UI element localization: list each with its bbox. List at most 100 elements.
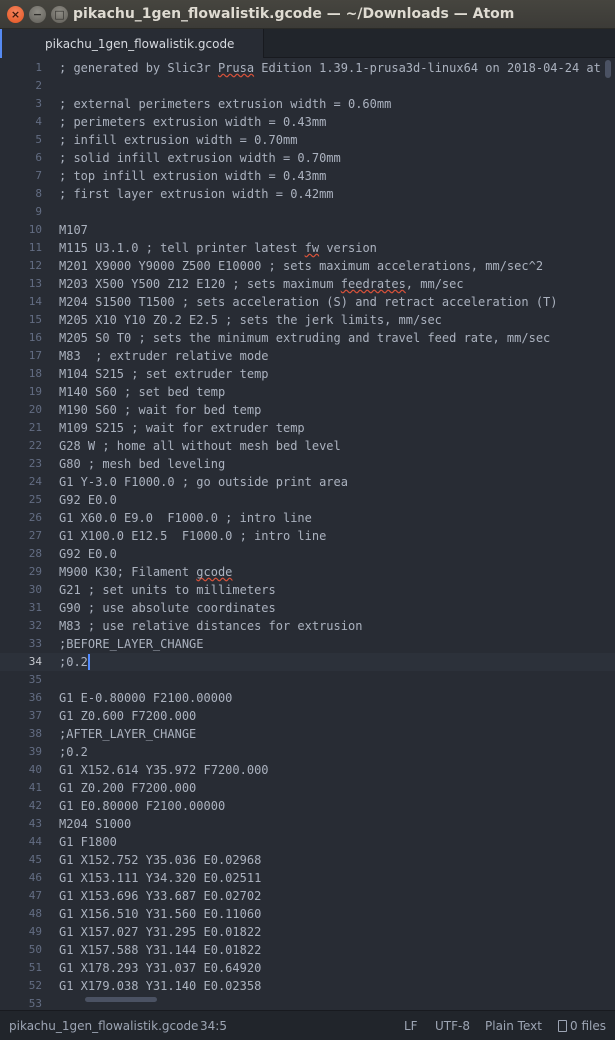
editor-line[interactable]: 41 G1 Z0.200 F7200.000 <box>0 779 615 797</box>
line-number[interactable]: 28 <box>0 545 42 563</box>
line-number[interactable]: 3 <box>0 95 42 113</box>
editor-line[interactable]: 8 ; first layer extrusion width = 0.42mm <box>0 185 615 203</box>
editor-line[interactable]: 1 ; generated by Slic3r Prusa Edition 1.3… <box>0 59 615 77</box>
line-number[interactable]: 32 <box>0 617 42 635</box>
line-number[interactable]: 35 <box>0 671 42 689</box>
status-grammar[interactable]: Plain Text <box>485 1019 542 1033</box>
editor-line[interactable]: 24 G1 Y-3.0 F1000.0 ; go outside print ar… <box>0 473 615 491</box>
maximize-window-button[interactable]: □ <box>51 5 68 23</box>
editor-line[interactable]: 47 G1 X153.696 Y33.687 E0.02702 <box>0 887 615 905</box>
line-number[interactable]: 52 <box>0 977 42 995</box>
editor-line[interactable]: 38 ;AFTER_LAYER_CHANGE <box>0 725 615 743</box>
line-number[interactable]: 7 <box>0 167 42 185</box>
line-number[interactable]: 34 <box>0 653 42 671</box>
line-number[interactable]: 9 <box>0 203 42 221</box>
line-number[interactable]: 5 <box>0 131 42 149</box>
line-number[interactable]: 26 <box>0 509 42 527</box>
editor-line[interactable]: 19 M140 S60 ; set bed temp <box>0 383 615 401</box>
line-number[interactable]: 12 <box>0 257 42 275</box>
editor-line[interactable]: 50 G1 X157.588 Y31.144 E0.01822 <box>0 941 615 959</box>
editor-line[interactable]: 34 ;0.2 <box>0 653 615 671</box>
line-number[interactable]: 43 <box>0 815 42 833</box>
spelling-error[interactable]: feedrates <box>341 277 406 291</box>
spelling-error[interactable]: fw <box>305 241 319 255</box>
editor-line[interactable]: 12 M201 X9000 Y9000 Z500 E10000 ; sets ma… <box>0 257 615 275</box>
editor-line[interactable]: 46 G1 X153.111 Y34.320 E0.02511 <box>0 869 615 887</box>
editor-line[interactable]: 17 M83 ; extruder relative mode <box>0 347 615 365</box>
editor-line[interactable]: 32 M83 ; use relative distances for extru… <box>0 617 615 635</box>
line-number[interactable]: 10 <box>0 221 42 239</box>
line-number[interactable]: 23 <box>0 455 42 473</box>
editor-line[interactable]: 2 <box>0 77 615 95</box>
editor-line[interactable]: 44 G1 F1800 <box>0 833 615 851</box>
editor-line[interactable]: 43 M204 S1000 <box>0 815 615 833</box>
line-number[interactable]: 17 <box>0 347 42 365</box>
editor-line[interactable]: 33 ;BEFORE_LAYER_CHANGE <box>0 635 615 653</box>
editor-line[interactable]: 36 G1 E-0.80000 F2100.00000 <box>0 689 615 707</box>
line-number[interactable]: 25 <box>0 491 42 509</box>
editor-line[interactable]: 5 ; infill extrusion width = 0.70mm <box>0 131 615 149</box>
spelling-error[interactable]: gcode <box>196 565 232 579</box>
editor-line[interactable]: 16 M205 S0 T0 ; sets the minimum extrudin… <box>0 329 615 347</box>
editor-line[interactable]: 23 G80 ; mesh bed leveling <box>0 455 615 473</box>
line-number[interactable]: 33 <box>0 635 42 653</box>
line-number[interactable]: 2 <box>0 77 42 95</box>
line-number[interactable]: 53 <box>0 995 42 1010</box>
line-number[interactable]: 45 <box>0 851 42 869</box>
line-number[interactable]: 51 <box>0 959 42 977</box>
text-editor[interactable]: 1 ; generated by Slic3r Prusa Edition 1.3… <box>0 58 615 1010</box>
editor-line[interactable]: 28 G92 E0.0 <box>0 545 615 563</box>
editor-line[interactable]: 42 G1 E0.80000 F2100.00000 <box>0 797 615 815</box>
spelling-error[interactable]: Prusa <box>218 61 254 75</box>
line-number[interactable]: 1 <box>0 59 42 77</box>
editor-line[interactable]: 52 G1 X179.038 Y31.140 E0.02358 <box>0 977 615 995</box>
vertical-scrollbar[interactable] <box>605 60 611 78</box>
editor-line[interactable]: 14 M204 S1500 T1500 ; sets acceleration (… <box>0 293 615 311</box>
line-number[interactable]: 46 <box>0 869 42 887</box>
editor-line[interactable]: 31 G90 ; use absolute coordinates <box>0 599 615 617</box>
line-number[interactable]: 50 <box>0 941 42 959</box>
line-number[interactable]: 13 <box>0 275 42 293</box>
line-number[interactable]: 42 <box>0 797 42 815</box>
line-number[interactable]: 4 <box>0 113 42 131</box>
line-number[interactable]: 47 <box>0 887 42 905</box>
line-number[interactable]: 16 <box>0 329 42 347</box>
editor-line[interactable]: 35 <box>0 671 615 689</box>
editor-line[interactable]: 9 <box>0 203 615 221</box>
editor-line[interactable]: 39 ;0.2 <box>0 743 615 761</box>
line-number[interactable]: 6 <box>0 149 42 167</box>
status-cursor-position[interactable]: 34:5 <box>200 1019 227 1033</box>
editor-line[interactable]: 51 G1 X178.293 Y31.037 E0.64920 <box>0 959 615 977</box>
line-number[interactable]: 48 <box>0 905 42 923</box>
status-file-path[interactable]: pikachu_1gen_flowalistik.gcode <box>9 1019 198 1033</box>
line-number[interactable]: 24 <box>0 473 42 491</box>
editor-line[interactable]: 15 M205 X10 Y10 Z0.2 E2.5 ; sets the jerk… <box>0 311 615 329</box>
editor-line[interactable]: 22 G28 W ; home all without mesh bed leve… <box>0 437 615 455</box>
editor-line[interactable]: 25 G92 E0.0 <box>0 491 615 509</box>
line-number[interactable]: 14 <box>0 293 42 311</box>
editor-line[interactable]: 30 G21 ; set units to millimeters <box>0 581 615 599</box>
editor-line[interactable]: 18 M104 S215 ; set extruder temp <box>0 365 615 383</box>
editor-line[interactable]: 29 M900 K30; Filament gcode <box>0 563 615 581</box>
line-number[interactable]: 21 <box>0 419 42 437</box>
editor-line[interactable]: 21 M109 S215 ; wait for extruder temp <box>0 419 615 437</box>
line-number[interactable]: 27 <box>0 527 42 545</box>
line-number[interactable]: 22 <box>0 437 42 455</box>
editor-line[interactable]: 13 M203 X500 Y500 Z12 E120 ; sets maximum… <box>0 275 615 293</box>
line-number[interactable]: 30 <box>0 581 42 599</box>
editor-line[interactable]: 26 G1 X60.0 E9.0 F1000.0 ; intro line <box>0 509 615 527</box>
editor-line[interactable]: 3 ; external perimeters extrusion width =… <box>0 95 615 113</box>
editor-line[interactable]: 48 G1 X156.510 Y31.560 E0.11060 <box>0 905 615 923</box>
editor-line[interactable]: 4 ; perimeters extrusion width = 0.43mm <box>0 113 615 131</box>
editor-line[interactable]: 20 M190 S60 ; wait for bed temp <box>0 401 615 419</box>
editor-line[interactable]: 10 M107 <box>0 221 615 239</box>
editor-line[interactable]: 7 ; top infill extrusion width = 0.43mm <box>0 167 615 185</box>
horizontal-scrollbar[interactable] <box>85 997 157 1002</box>
line-number[interactable]: 49 <box>0 923 42 941</box>
status-git-files[interactable]: 0 files <box>558 1019 606 1033</box>
line-number[interactable]: 39 <box>0 743 42 761</box>
line-number[interactable]: 41 <box>0 779 42 797</box>
status-line-ending[interactable]: LF <box>404 1019 418 1033</box>
line-number[interactable]: 37 <box>0 707 42 725</box>
line-number[interactable]: 29 <box>0 563 42 581</box>
